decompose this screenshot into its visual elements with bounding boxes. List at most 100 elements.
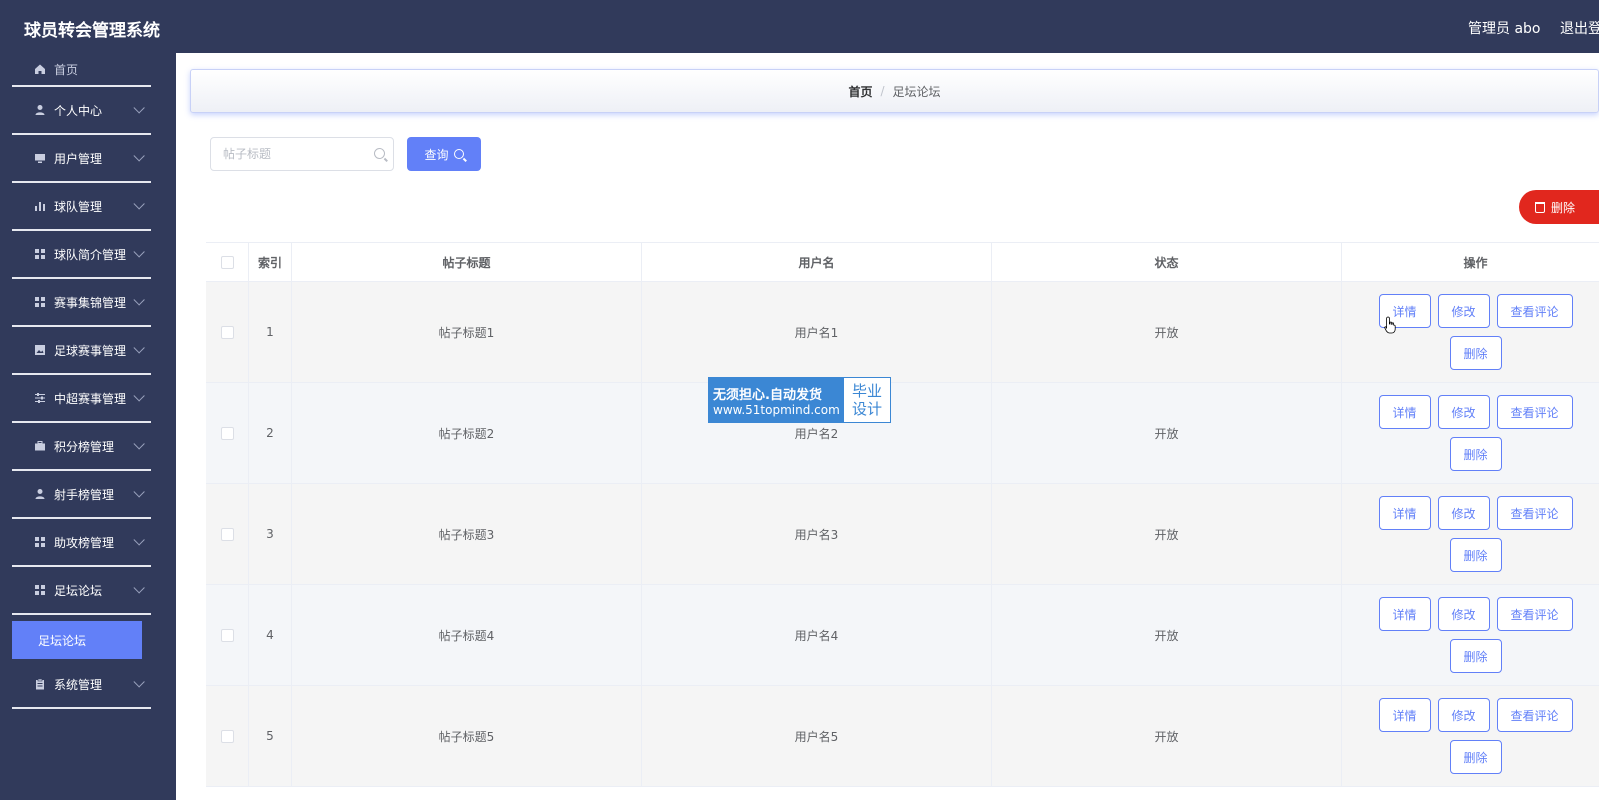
chevron-down-icon <box>133 294 145 306</box>
grid-icon <box>34 296 46 308</box>
view-comments-button[interactable]: 查看评论 <box>1496 698 1573 732</box>
sidebar-item-label: 球队简介管理 <box>54 247 127 262</box>
delete-button[interactable]: 删除 <box>1449 740 1502 774</box>
row-checkbox[interactable] <box>220 426 234 440</box>
detail-button[interactable]: 详情 <box>1378 698 1431 732</box>
briefcase-icon <box>34 440 46 452</box>
row-checkbox[interactable] <box>220 527 234 541</box>
row-checkbox[interactable] <box>220 325 234 339</box>
trash-icon <box>1535 201 1545 213</box>
sidebar-item-home[interactable]: 首页 <box>12 53 151 87</box>
row-actions: 详情 修改 查看评论 删除 <box>1342 383 1599 483</box>
row-index: 1 <box>249 282 292 382</box>
logout-link[interactable]: 退出登录 <box>1560 18 1599 38</box>
delete-button[interactable]: 删除 <box>1449 538 1502 572</box>
sidebar-item-label: 射手榜管理 <box>54 487 115 502</box>
row-checkbox[interactable] <box>220 729 234 743</box>
current-user: 管理员 abo <box>1468 21 1541 37</box>
search-box <box>210 137 394 171</box>
sidebar-item-standings-management[interactable]: 积分榜管理 <box>12 423 151 471</box>
delete-button[interactable]: 删除 <box>1449 437 1502 471</box>
watermark-url: www.51topmind.com <box>713 402 840 417</box>
row-checkbox[interactable] <box>220 628 234 642</box>
sidebar-item-label: 助攻榜管理 <box>54 535 115 550</box>
search-input[interactable] <box>211 138 371 170</box>
select-all-checkbox[interactable] <box>220 255 234 269</box>
main-content: 首页 / 足坛论坛 查询 删除 索引 帖子标题 用户名 状态 操作 1 帖子标题… <box>176 53 1599 800</box>
delete-button[interactable]: 删除 <box>1449 639 1502 673</box>
header-username: 用户名 <box>642 243 992 281</box>
batch-delete-label: 删除 <box>1551 200 1576 215</box>
chevron-down-icon <box>133 342 145 354</box>
sidebar-item-label: 系统管理 <box>54 677 103 692</box>
row-status: 开放 <box>992 282 1342 382</box>
sidebar-item-label: 球队管理 <box>54 199 103 214</box>
edit-button[interactable]: 修改 <box>1437 496 1490 530</box>
actions-line: 详情 修改 查看评论 <box>1374 698 1577 732</box>
query-button-label: 查询 <box>424 147 449 162</box>
row-checkbox-cell <box>206 282 249 382</box>
watermark-right: 毕业 设计 <box>844 378 890 422</box>
query-button[interactable]: 查询 <box>407 137 481 171</box>
sidebar-item-football-match-management[interactable]: 足球赛事管理 <box>12 327 151 375</box>
row-title: 帖子标题3 <box>292 484 642 584</box>
sidebar-subitem-forum[interactable]: 足坛论坛 <box>12 621 142 659</box>
sidebar-item-csl-management[interactable]: 中超赛事管理 <box>12 375 151 423</box>
sidebar-item-system-management[interactable]: 系统管理 <box>12 661 151 709</box>
actions-line: 详情 修改 查看评论 <box>1374 395 1577 429</box>
actions-line: 详情 修改 查看评论 <box>1374 294 1577 328</box>
edit-button[interactable]: 修改 <box>1437 597 1490 631</box>
breadcrumb-home[interactable]: 首页 <box>848 83 872 100</box>
monitor-icon <box>34 152 46 164</box>
sidebar-item-user-management[interactable]: 用户管理 <box>12 135 151 183</box>
detail-button[interactable]: 详情 <box>1378 496 1431 530</box>
detail-button[interactable]: 详情 <box>1378 597 1431 631</box>
sidebar-item-personal-center[interactable]: 个人中心 <box>12 87 151 135</box>
view-comments-button[interactable]: 查看评论 <box>1496 496 1573 530</box>
breadcrumb: 首页 / 足坛论坛 <box>190 69 1599 113</box>
sidebar-item-team-management[interactable]: 球队管理 <box>12 183 151 231</box>
view-comments-button[interactable]: 查看评论 <box>1496 395 1573 429</box>
row-actions: 详情 修改 查看评论 删除 <box>1342 686 1599 786</box>
row-index: 5 <box>249 686 292 786</box>
edit-button[interactable]: 修改 <box>1437 698 1490 732</box>
header-actions: 操作 <box>1463 255 1488 270</box>
row-title: 帖子标题2 <box>292 383 642 483</box>
view-comments-button[interactable]: 查看评论 <box>1496 294 1573 328</box>
sidebar-item-label: 中超赛事管理 <box>54 391 127 406</box>
actions-line: 删除 <box>1374 437 1577 471</box>
chevron-down-icon <box>133 486 145 498</box>
delete-button[interactable]: 删除 <box>1449 336 1502 370</box>
chevron-down-icon <box>133 246 145 258</box>
batch-delete-button[interactable]: 删除 <box>1519 190 1599 224</box>
detail-button[interactable]: 详情 <box>1378 395 1431 429</box>
sidebar: 首页 个人中心 用户管理 球队管理 球队简介管理 赛事集锦管理 足球赛事管理 中… <box>0 53 176 800</box>
sidebar-item-forum[interactable]: 足坛论坛 <box>12 567 151 615</box>
watermark-text: 毕业 <box>851 382 882 400</box>
row-actions: 详情 修改 查看评论 删除 <box>1342 484 1599 584</box>
sidebar-item-assists-management[interactable]: 助攻榜管理 <box>12 519 151 567</box>
image-icon <box>34 344 46 356</box>
sidebar-item-highlights-management[interactable]: 赛事集锦管理 <box>12 279 151 327</box>
row-title: 帖子标题1 <box>292 282 642 382</box>
clipboard-icon <box>34 678 46 690</box>
chevron-down-icon <box>133 438 145 450</box>
grid-icon <box>34 584 46 596</box>
chevron-down-icon <box>133 102 145 114</box>
actions-line: 详情 修改 查看评论 <box>1374 597 1577 631</box>
watermark-text: 设计 <box>851 400 882 418</box>
sidebar-item-scorers-management[interactable]: 射手榜管理 <box>12 471 151 519</box>
sidebar-item-team-intro-management[interactable]: 球队简介管理 <box>12 231 151 279</box>
view-comments-button[interactable]: 查看评论 <box>1496 597 1573 631</box>
edit-button[interactable]: 修改 <box>1437 294 1490 328</box>
edit-button[interactable]: 修改 <box>1437 395 1490 429</box>
watermark-text: 无须担心.自动发货 <box>713 387 822 403</box>
row-checkbox-cell <box>206 585 249 685</box>
sidebar-item-label: 首页 <box>54 62 79 77</box>
header-index: 索引 <box>249 243 292 281</box>
app-title: 球员转会管理系统 <box>24 21 160 41</box>
breadcrumb-current: 足坛论坛 <box>892 84 941 99</box>
table-row: 3 帖子标题3 用户名3 开放 详情 修改 查看评论 删除 <box>206 484 1599 585</box>
table-header-row: 索引 帖子标题 用户名 状态 操作 <box>206 243 1599 282</box>
row-username: 用户名1 <box>642 282 992 382</box>
